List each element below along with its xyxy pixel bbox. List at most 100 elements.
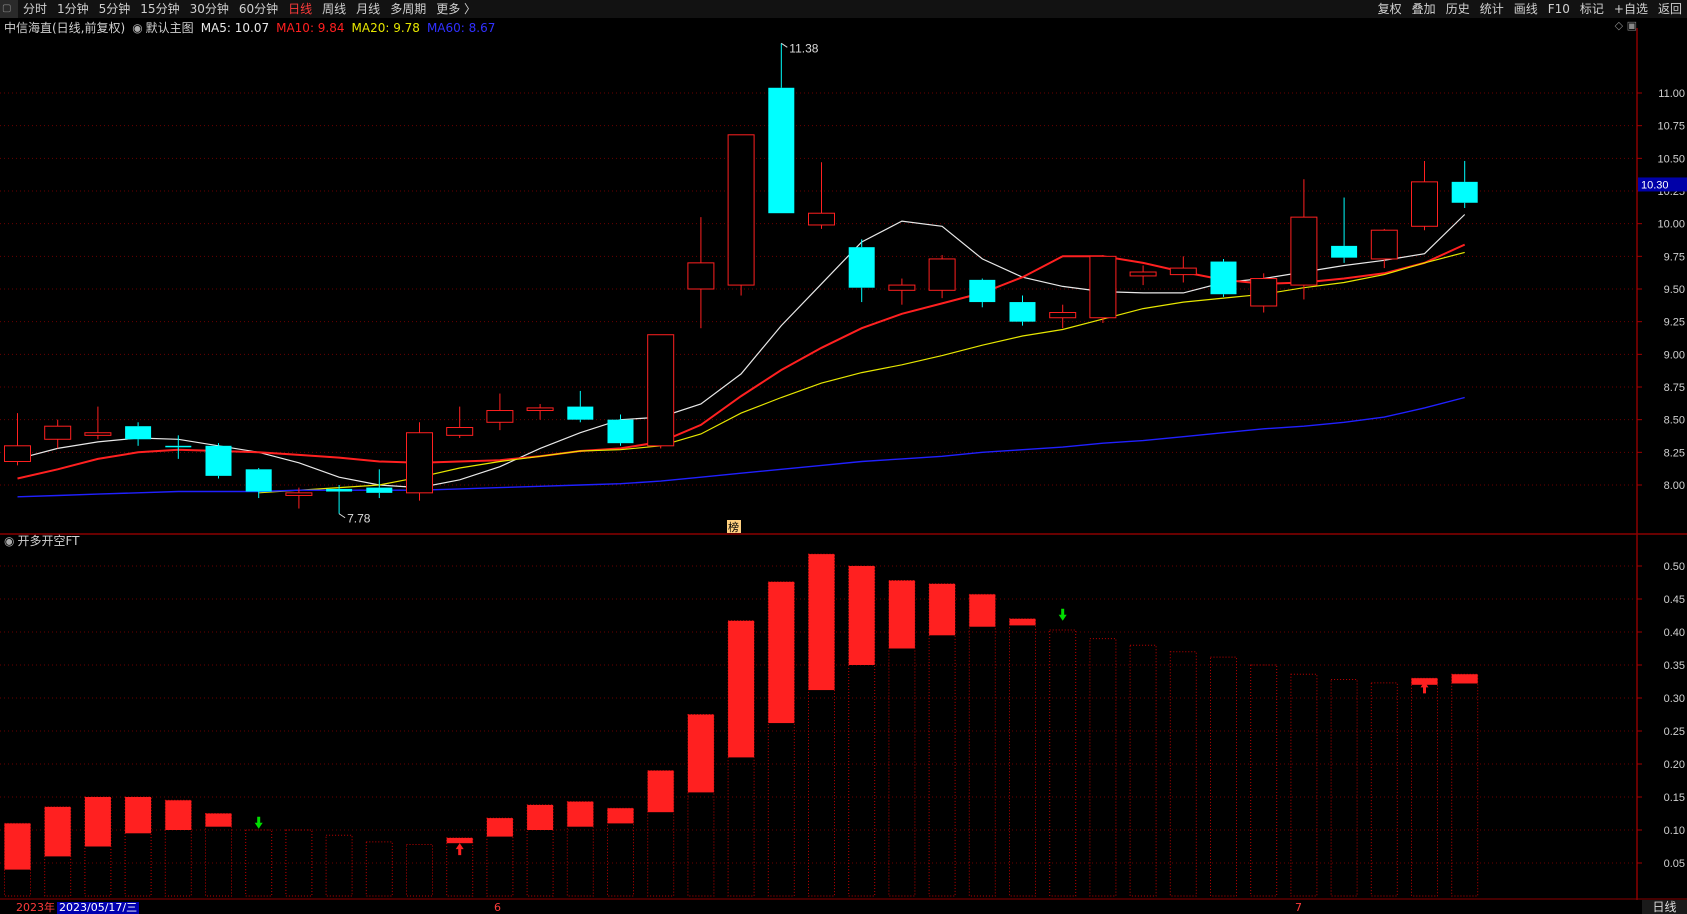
indicator-name[interactable]: 开多开空FT (17, 534, 79, 548)
candle-body-down (768, 87, 795, 214)
main-chart-label[interactable]: 默认主图 (146, 19, 194, 37)
price-tick-label: 9.25 (1664, 317, 1685, 329)
ma10-label: MA10: 9.84 (276, 21, 345, 35)
price-tick-label: 9.00 (1664, 349, 1685, 361)
candle-body-up (1169, 267, 1197, 276)
indicator-bar (647, 770, 675, 897)
indicator-toggle-icon[interactable]: ◉ (4, 534, 14, 548)
indicator-bar-outline (1250, 664, 1278, 897)
tab-period-8[interactable]: 月线 (351, 0, 385, 18)
indicator-bar-outline (1169, 651, 1197, 897)
tool-button-2[interactable]: 历史 (1441, 0, 1475, 18)
tab-period-9[interactable]: 多周期 (385, 0, 431, 18)
candle (1169, 256, 1197, 283)
price-tick-label: 8.25 (1664, 447, 1685, 459)
candle-body-down (205, 445, 232, 476)
indicator-bar (767, 581, 795, 897)
tool-button-5[interactable]: F10 (1543, 0, 1575, 18)
indicator-tick-label: 0.45 (1664, 594, 1685, 606)
stock-name[interactable]: 中信海直(日线,前复权) (4, 19, 125, 37)
candle (4, 413, 31, 466)
indicator-bar (607, 807, 634, 897)
price-tick-label: 8.50 (1664, 415, 1685, 427)
main-chart-toggle-icon[interactable]: ◉ (132, 19, 142, 37)
candle (687, 217, 715, 329)
indicator-bar-outline (245, 829, 273, 897)
indicator-tick-label: 0.10 (1664, 825, 1685, 837)
tab-period-7[interactable]: 周线 (317, 0, 351, 18)
candle (84, 406, 112, 440)
candle (969, 278, 996, 308)
candle-body-up (446, 427, 474, 436)
indicator-bar-fill (929, 583, 956, 636)
tab-period-0[interactable]: 分时 (18, 0, 52, 18)
indicator-bar-fill (4, 823, 31, 870)
indicator-bar-fill (607, 808, 634, 824)
candle (1049, 304, 1077, 329)
indicator-bar-fill (848, 566, 875, 665)
tab-period-10[interactable]: 更多 〉 (431, 0, 481, 18)
candle-body-up (687, 262, 715, 290)
candle (245, 468, 272, 499)
period-indicator[interactable]: 日线 (1642, 900, 1687, 914)
candle (1290, 179, 1318, 300)
indicator-bar-fill (446, 837, 473, 844)
ma5-label: MA5: 10.07 (200, 21, 270, 35)
window-controls: ◇ ▣ (1615, 19, 1637, 32)
candle (888, 278, 916, 305)
candle-body-up (727, 134, 755, 286)
tab-period-2[interactable]: 5分钟 (94, 0, 136, 18)
indicator-bar-fill (84, 797, 111, 847)
candle-body-up (4, 445, 31, 462)
candle (727, 134, 755, 296)
period-toolbar: ▢ 分时 1分钟 5分钟 15分钟 30分钟 60分钟 日线 周线 月线 多周期 更多 〉 复权 叠加… (0, 0, 1687, 18)
tool-button-4[interactable]: 画线 (1509, 0, 1543, 18)
indicator-bar (928, 583, 956, 897)
indicator-tick-label: 0.35 (1664, 660, 1685, 672)
candle-body-up (1089, 255, 1117, 319)
indicator-bar-outline (406, 844, 433, 897)
corner-menu-icon[interactable]: ▢ (0, 0, 18, 18)
year-label: 2023年 (16, 901, 55, 914)
candle (1129, 265, 1157, 286)
indicator-bar (1009, 618, 1036, 897)
min-price-label: 7.78 (347, 512, 371, 526)
indicator-bar-outline (1089, 638, 1117, 897)
indicator-bar (1129, 644, 1157, 897)
maximize-icon[interactable]: ▣ (1627, 19, 1637, 32)
candle (44, 419, 72, 449)
diamond-icon[interactable]: ◇ (1615, 19, 1623, 32)
candle-body-up (84, 432, 112, 436)
candle (567, 390, 594, 423)
tab-period-3[interactable]: 15分钟 (135, 0, 184, 18)
indicator-bar-fill (728, 620, 755, 758)
indicator-bar (566, 801, 594, 897)
tab-period-6[interactable]: 日线 (283, 0, 317, 18)
tab-period-1[interactable]: 1分钟 (52, 0, 94, 18)
tool-button-3[interactable]: 统计 (1475, 0, 1509, 18)
indicator-tick-label: 0.40 (1664, 627, 1685, 639)
candle (768, 43, 795, 214)
candle (326, 485, 353, 514)
tab-period-5[interactable]: 60分钟 (234, 0, 283, 18)
candle (486, 393, 514, 431)
tool-button-7[interactable]: +自选 (1609, 0, 1653, 18)
tab-period-4[interactable]: 30分钟 (185, 0, 234, 18)
indicator-bar-outline (1009, 618, 1036, 897)
tool-button-8[interactable]: 返回 (1653, 0, 1687, 18)
sell-arrow-icon (254, 816, 263, 829)
tool-button-6[interactable]: 标记 (1575, 0, 1609, 18)
indicator-bar (526, 804, 554, 897)
period-tabs: ▢ 分时 1分钟 5分钟 15分钟 30分钟 60分钟 日线 周线 月线 多周期 更多 〉 (0, 0, 481, 18)
indicator-bar-fill (969, 594, 996, 627)
candle-body-up (808, 212, 835, 226)
candle-body-up (44, 425, 72, 440)
stock-chart[interactable]: 8.00 8.25 8.50 8.75 9.00 9.25 9.50 9.75 10.00 10.… (0, 0, 1687, 914)
candle (205, 443, 232, 479)
indicator-bar (1370, 682, 1398, 897)
indicator-tick-label: 0.05 (1664, 858, 1685, 870)
indicator-bar-outline (365, 841, 393, 897)
tool-button-0[interactable]: 复权 (1373, 0, 1407, 18)
month-label-7: 7 (1295, 901, 1302, 914)
tool-button-1[interactable]: 叠加 (1407, 0, 1441, 18)
